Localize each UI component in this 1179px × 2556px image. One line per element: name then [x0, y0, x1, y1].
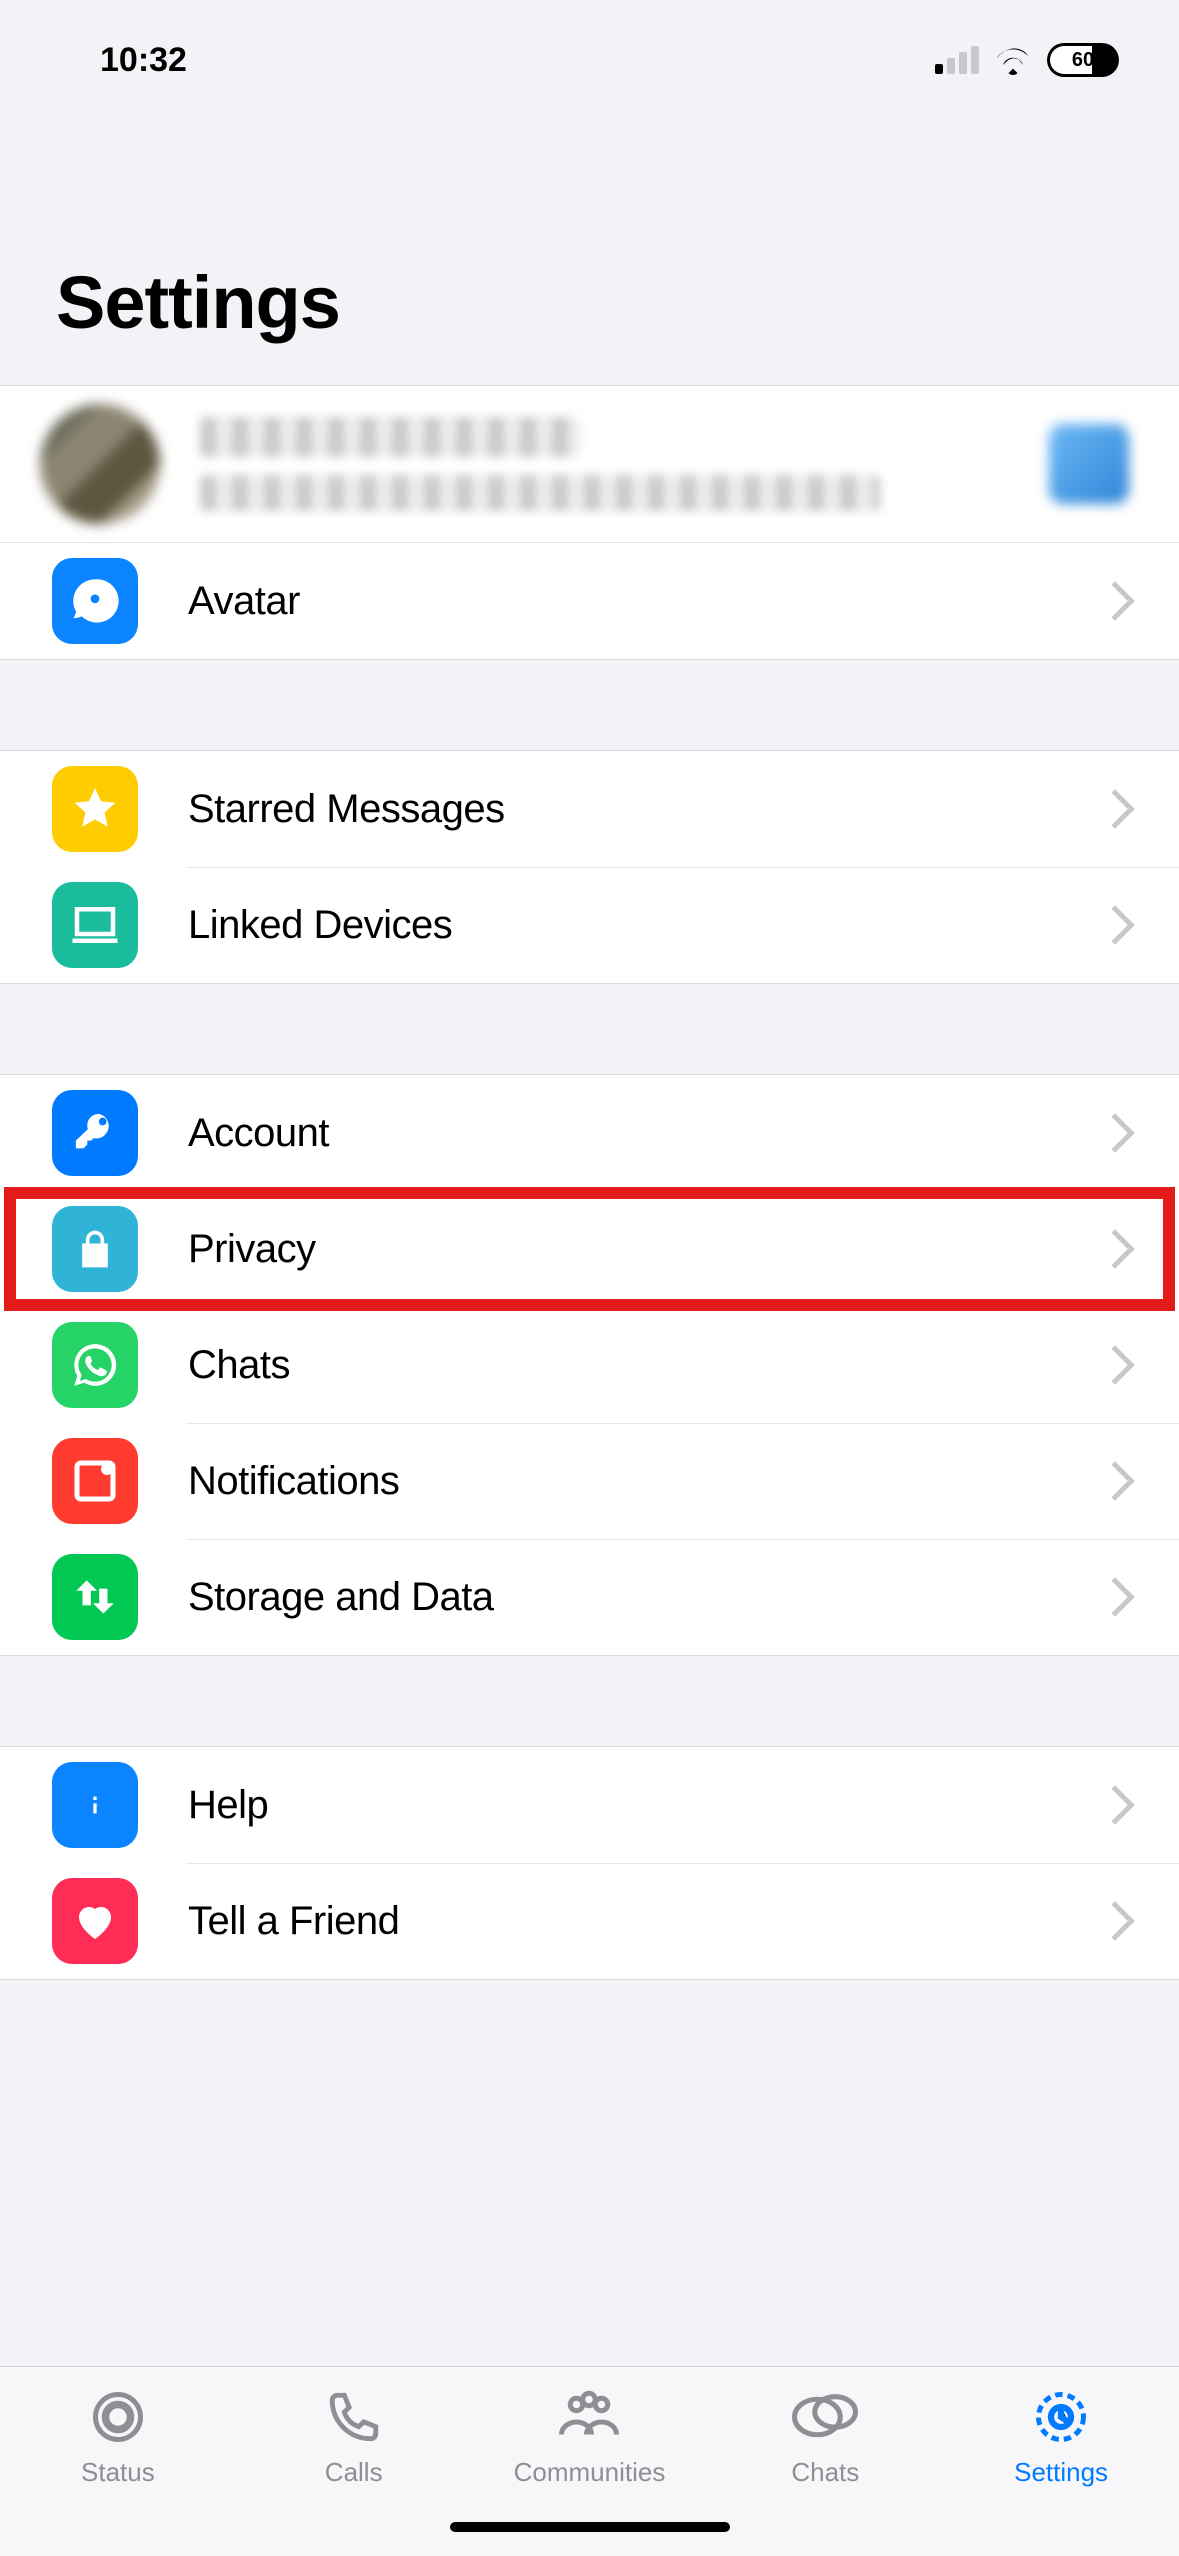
status-icon [88, 2387, 148, 2447]
row-notifications[interactable]: Notifications [0, 1423, 1179, 1539]
tab-settings-label: Settings [1014, 2457, 1108, 2488]
row-privacy[interactable]: Privacy [0, 1191, 1179, 1307]
phone-icon [325, 2387, 383, 2447]
tab-communities-label: Communities [514, 2457, 666, 2488]
row-avatar[interactable]: Avatar [0, 543, 1179, 659]
chevron-right-icon [1095, 1577, 1135, 1617]
row-notifications-label: Notifications [188, 1459, 1101, 1504]
header: Settings [0, 120, 1179, 385]
chevron-right-icon [1095, 1901, 1135, 1941]
arrows-updown-icon [52, 1554, 138, 1640]
avatar-icon [52, 558, 138, 644]
section-profile: Avatar [0, 385, 1179, 660]
notifications-icon [52, 1438, 138, 1524]
chevron-right-icon [1095, 1345, 1135, 1385]
row-help[interactable]: Help [0, 1747, 1179, 1863]
avatar-image [40, 404, 160, 524]
key-icon [52, 1090, 138, 1176]
row-tell-friend[interactable]: Tell a Friend [0, 1863, 1179, 1979]
home-indicator [450, 2522, 730, 2532]
row-storage-label: Storage and Data [188, 1575, 1101, 1620]
tab-status-label: Status [81, 2457, 155, 2488]
tab-settings[interactable]: Settings [943, 2387, 1179, 2556]
row-chats[interactable]: Chats [0, 1307, 1179, 1423]
chevron-right-icon [1095, 1229, 1135, 1269]
tab-calls-label: Calls [325, 2457, 383, 2488]
tab-calls[interactable]: Calls [236, 2387, 472, 2556]
heart-icon [52, 1878, 138, 1964]
qr-code-icon[interactable] [1049, 424, 1129, 504]
status-time: 10:32 [100, 41, 187, 80]
row-tell-label: Tell a Friend [188, 1899, 1101, 1944]
status-indicators: 60 [935, 43, 1119, 77]
row-privacy-label: Privacy [188, 1227, 1101, 1272]
star-icon [52, 766, 138, 852]
laptop-icon [52, 882, 138, 968]
row-account[interactable]: Account [0, 1075, 1179, 1191]
row-chats-label: Chats [188, 1343, 1101, 1388]
profile-text-blurred [200, 417, 1049, 511]
row-help-label: Help [188, 1783, 1101, 1828]
wifi-icon [993, 44, 1033, 76]
chevron-right-icon [1095, 789, 1135, 829]
whatsapp-icon [52, 1322, 138, 1408]
chevron-right-icon [1095, 905, 1135, 945]
row-linked-label: Linked Devices [188, 903, 1101, 948]
tab-chats-label: Chats [791, 2457, 859, 2488]
chats-icon [792, 2387, 858, 2447]
battery-icon: 60 [1047, 43, 1119, 77]
info-icon [52, 1762, 138, 1848]
section-messages: Starred Messages Linked Devices [0, 750, 1179, 984]
section-help: Help Tell a Friend [0, 1746, 1179, 1980]
chevron-right-icon [1095, 1461, 1135, 1501]
chevron-right-icon [1095, 1785, 1135, 1825]
row-linked-devices[interactable]: Linked Devices [0, 867, 1179, 983]
tab-status[interactable]: Status [0, 2387, 236, 2556]
chevron-right-icon [1095, 581, 1135, 621]
row-starred-label: Starred Messages [188, 787, 1101, 832]
chevron-right-icon [1095, 1113, 1135, 1153]
tab-chats[interactable]: Chats [707, 2387, 943, 2556]
lock-icon [52, 1206, 138, 1292]
gear-icon [1031, 2387, 1091, 2447]
row-starred-messages[interactable]: Starred Messages [0, 751, 1179, 867]
page-title: Settings [56, 260, 1123, 345]
communities-icon [554, 2387, 624, 2447]
row-avatar-label: Avatar [188, 579, 1101, 624]
row-storage-data[interactable]: Storage and Data [0, 1539, 1179, 1655]
cellular-icon [935, 46, 979, 74]
profile-row[interactable] [0, 386, 1179, 543]
status-bar: 10:32 60 [0, 0, 1179, 120]
row-account-label: Account [188, 1111, 1101, 1156]
section-account: Account Privacy Chats Notifi [0, 1074, 1179, 1656]
battery-level: 60 [1047, 49, 1119, 72]
